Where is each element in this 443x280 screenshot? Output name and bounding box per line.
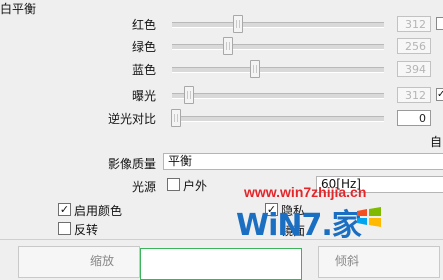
green-value-field[interactable]: 256 [397, 38, 431, 54]
red-value-field[interactable]: 312 [397, 16, 431, 32]
red-slider-track[interactable] [172, 22, 384, 28]
tilt-label: 倾斜 [335, 254, 360, 268]
backlight-value-field[interactable]: 0 [397, 110, 431, 126]
zoom-label: 缩放 [90, 254, 115, 268]
backlight-slider-track[interactable] [172, 116, 384, 122]
blue-label: 蓝色 [131, 63, 156, 77]
blue-slider-thumb[interactable] [250, 60, 260, 78]
bottom-divider [0, 239, 443, 240]
image-quality-value: 平衡 [168, 154, 193, 168]
exposure-slider-track[interactable] [172, 93, 384, 99]
green-label: 绿色 [131, 40, 156, 54]
exposure-auto-checkbox[interactable]: ✓ [436, 88, 443, 101]
exposure-value-field[interactable]: 312 [397, 87, 431, 103]
green-slider-track[interactable] [172, 44, 384, 50]
white-balance-title: 白平衡 [0, 2, 37, 16]
preview-panel [140, 248, 302, 280]
invert-label: 反转 [74, 223, 99, 237]
light-source-label: 光源 [131, 180, 156, 194]
outdoor-label: 户外 [183, 179, 208, 193]
exposure-label: 曝光 [131, 89, 156, 103]
enable-color-label: 启用颜色 [74, 204, 123, 218]
auto-label: 自 [430, 135, 443, 149]
green-slider-thumb[interactable] [223, 37, 233, 55]
image-quality-label: 影像质量 [107, 157, 156, 171]
zoom-panel [18, 246, 140, 278]
windows-flag-icon [356, 207, 382, 227]
invert-checkbox[interactable] [58, 222, 71, 235]
outdoor-checkbox[interactable] [167, 178, 180, 191]
blue-value-field[interactable]: 394 [397, 61, 431, 77]
backlight-label: 逆光对比 [107, 112, 156, 126]
red-slider-thumb[interactable] [233, 15, 243, 33]
backlight-slider-thumb[interactable] [171, 109, 181, 127]
red-label: 红色 [131, 18, 156, 32]
enable-color-checkbox[interactable]: ✓ [58, 203, 71, 216]
watermark-url: www.win7zhijia.cn [244, 184, 367, 200]
exposure-slider-thumb[interactable] [184, 86, 194, 104]
watermark-brand: WiN7.家 [236, 208, 362, 243]
blue-slider-track[interactable] [172, 67, 384, 73]
image-quality-select[interactable]: 平衡 [163, 153, 443, 170]
red-auto-checkbox[interactable] [436, 17, 443, 30]
